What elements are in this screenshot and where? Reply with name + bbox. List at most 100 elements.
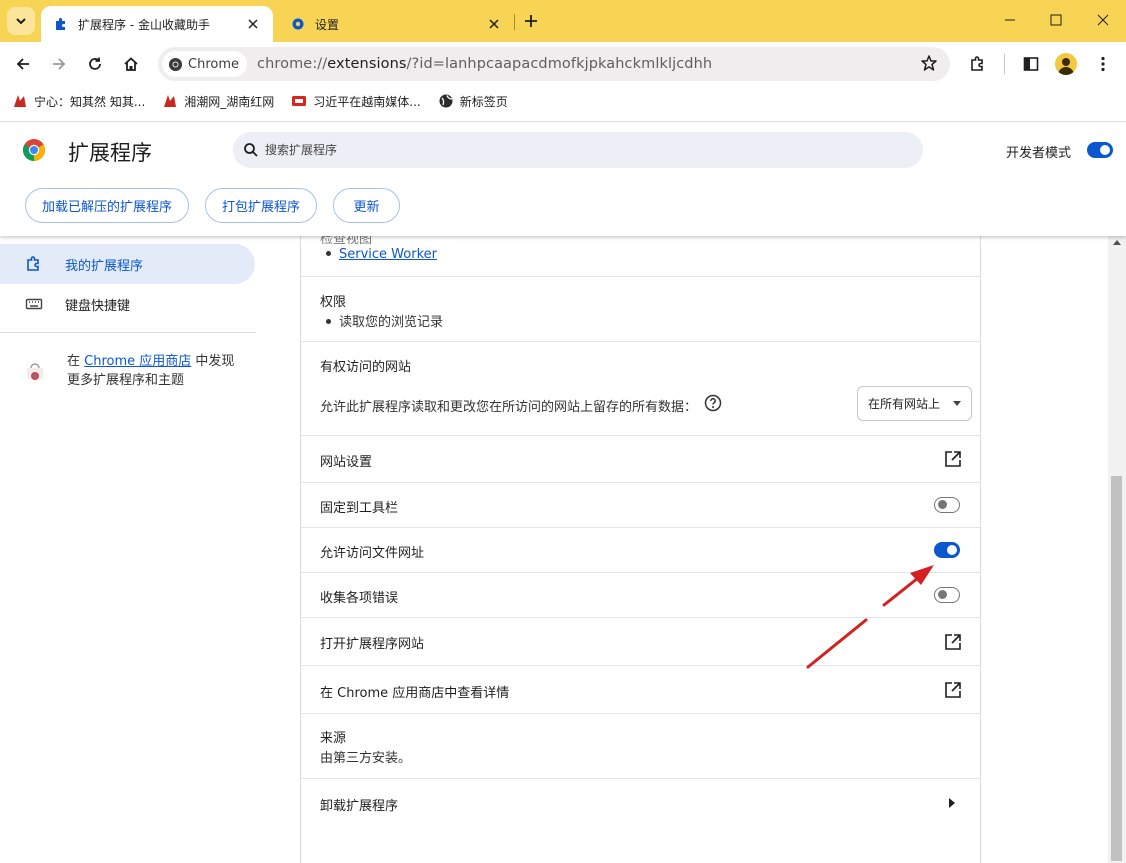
chrome-logo-icon (168, 57, 183, 71)
annotation-arrow-icon (806, 565, 934, 669)
store-line2: 更多扩展程序和主题 (67, 373, 185, 388)
tab-extensions[interactable]: 扩展程序 - 金山收藏助手 (41, 6, 273, 42)
bookmark-label: 宁心：知其然 知其... (34, 94, 146, 109)
webstore-icon (27, 363, 43, 380)
url-host: extensions (327, 56, 407, 72)
bookmark-label: 习近平在越南媒体... (313, 94, 421, 109)
open-website-label: 打开扩展程序网站 (320, 637, 425, 652)
remove-extension-row[interactable]: 卸载扩展程序 (301, 779, 980, 827)
open-external-icon[interactable] (944, 681, 962, 699)
reload-button[interactable] (81, 50, 109, 78)
tab-title: 设置 (315, 17, 340, 32)
chevron-down-icon (953, 401, 961, 406)
close-icon (1097, 14, 1109, 26)
tab-search-button[interactable] (7, 7, 35, 35)
forward-button[interactable] (45, 50, 73, 78)
site-access-desc: 允许此扩展程序读取和更改您在所访问的网站上留存的所有数据： (320, 400, 698, 415)
inspect-views-title: 检查视图 (320, 236, 373, 247)
help-icon[interactable] (704, 394, 722, 412)
chrome-menu-button[interactable] (1089, 50, 1117, 78)
minimize-icon (1005, 19, 1015, 21)
bookmark-star-button[interactable] (920, 54, 938, 76)
url-text[interactable]: chrome://extensions/?id=lanhpcaapacdmofk… (257, 56, 712, 72)
bookmark-item[interactable]: 湘潮网_湖南红网 (162, 93, 274, 110)
tab-settings[interactable]: 设置 (278, 6, 514, 42)
maximize-icon (1050, 14, 1062, 26)
site-settings-label: 网站设置 (320, 455, 373, 470)
chip-label: Chrome (188, 56, 239, 72)
close-window-button[interactable] (1080, 0, 1126, 40)
pack-extension-button[interactable]: 打包扩展程序 (205, 188, 317, 223)
site-access-row: 有权访问的网站 允许此扩展程序读取和更改您在所访问的网站上留存的所有数据： 在所… (301, 342, 980, 436)
person-icon (1058, 58, 1074, 75)
minimize-button[interactable] (987, 0, 1033, 40)
puzzle-icon (971, 56, 983, 71)
open-external-icon[interactable] (944, 450, 962, 468)
toolbar-divider (1004, 54, 1005, 74)
dev-mode-toggle[interactable] (1087, 142, 1113, 158)
pin-toolbar-label: 固定到工具栏 (320, 501, 399, 516)
chevron-right-icon (949, 798, 955, 808)
bookmarks-bar: 宁心：知其然 知其... 湘潮网_湖南红网 习近平在越南媒体... 新标签页 (0, 86, 1126, 116)
source-row: 来源 由第三方安装。 (301, 714, 980, 779)
kebab-menu-icon (1101, 56, 1105, 72)
site-access-select[interactable]: 在所有网站上 (857, 386, 972, 421)
maximize-button[interactable] (1033, 0, 1079, 40)
gear-icon (292, 18, 304, 30)
chevron-down-icon (16, 18, 26, 25)
service-worker-link[interactable]: Service Worker (339, 247, 437, 262)
tab-divider (514, 14, 515, 30)
permissions-row: 权限 读取您的浏览记录 (301, 277, 980, 342)
extensions-search[interactable] (233, 132, 923, 168)
site-access-title: 有权访问的网站 (320, 360, 412, 375)
home-button[interactable] (117, 50, 145, 78)
toggle-knob (938, 500, 947, 509)
pin-toolbar-toggle[interactable] (934, 497, 960, 513)
scrollbar[interactable] (1108, 236, 1126, 863)
sidebar-item-my-extensions[interactable]: 我的扩展程序 (0, 244, 255, 284)
scroll-up-arrow[interactable] (1113, 240, 1121, 245)
news-icon (291, 93, 307, 109)
extensions-menu-button[interactable] (964, 50, 992, 78)
close-icon[interactable] (486, 16, 502, 32)
source-value: 由第三方安装。 (320, 751, 412, 766)
star-icon (921, 55, 937, 71)
address-bar[interactable]: Chrome chrome://extensions/?id=lanhpcaap… (158, 47, 950, 81)
webstore-link[interactable]: Chrome 应用商店 (84, 354, 191, 369)
select-value: 在所有网站上 (868, 397, 941, 411)
load-unpacked-button[interactable]: 加载已解压的扩展程序 (25, 188, 189, 223)
arrow-left-icon (16, 58, 29, 70)
dev-mode-label: 开发者模式 (1006, 146, 1072, 161)
site-info-chip[interactable]: Chrome (162, 51, 247, 77)
plus-icon (525, 15, 537, 27)
search-icon (244, 143, 258, 157)
view-in-store-label: 在 Chrome 应用商店中查看详情 (320, 686, 510, 701)
globe-icon (438, 93, 454, 109)
arrow-right-icon (53, 58, 66, 70)
remove-extension-label: 卸载扩展程序 (320, 799, 399, 814)
site-settings-row[interactable]: 网站设置 (301, 436, 980, 483)
side-panel-icon (1023, 57, 1039, 71)
pin-toolbar-row: 固定到工具栏 (301, 483, 980, 528)
puzzle-outline-icon (27, 256, 39, 271)
toolbar: Chrome chrome://extensions/?id=lanhpcaap… (0, 42, 1126, 86)
profile-avatar[interactable] (1055, 53, 1077, 75)
bookmark-item[interactable]: 新标签页 (438, 93, 508, 110)
brand-icon (12, 93, 28, 109)
bookmark-label: 新标签页 (459, 94, 508, 109)
search-input[interactable] (265, 143, 865, 157)
bookmark-item[interactable]: 宁心：知其然 知其... (12, 93, 145, 110)
side-panel-button[interactable] (1017, 50, 1045, 78)
toggle-knob (1100, 145, 1110, 155)
back-button[interactable] (9, 50, 37, 78)
url-scheme: chrome:// (257, 56, 328, 72)
close-icon[interactable] (245, 16, 261, 32)
sidebar-item-label: 键盘快捷键 (65, 298, 131, 314)
sidebar-item-keyboard-shortcuts[interactable]: 键盘快捷键 (0, 284, 255, 324)
bookmark-item[interactable]: 习近平在越南媒体... (291, 93, 421, 110)
sidebar-divider (0, 332, 256, 333)
bookmark-label: 湘潮网_湖南红网 (184, 94, 275, 109)
scrollbar-thumb[interactable] (1111, 476, 1122, 861)
update-button[interactable]: 更新 (333, 188, 400, 223)
new-tab-button[interactable] (520, 10, 542, 32)
